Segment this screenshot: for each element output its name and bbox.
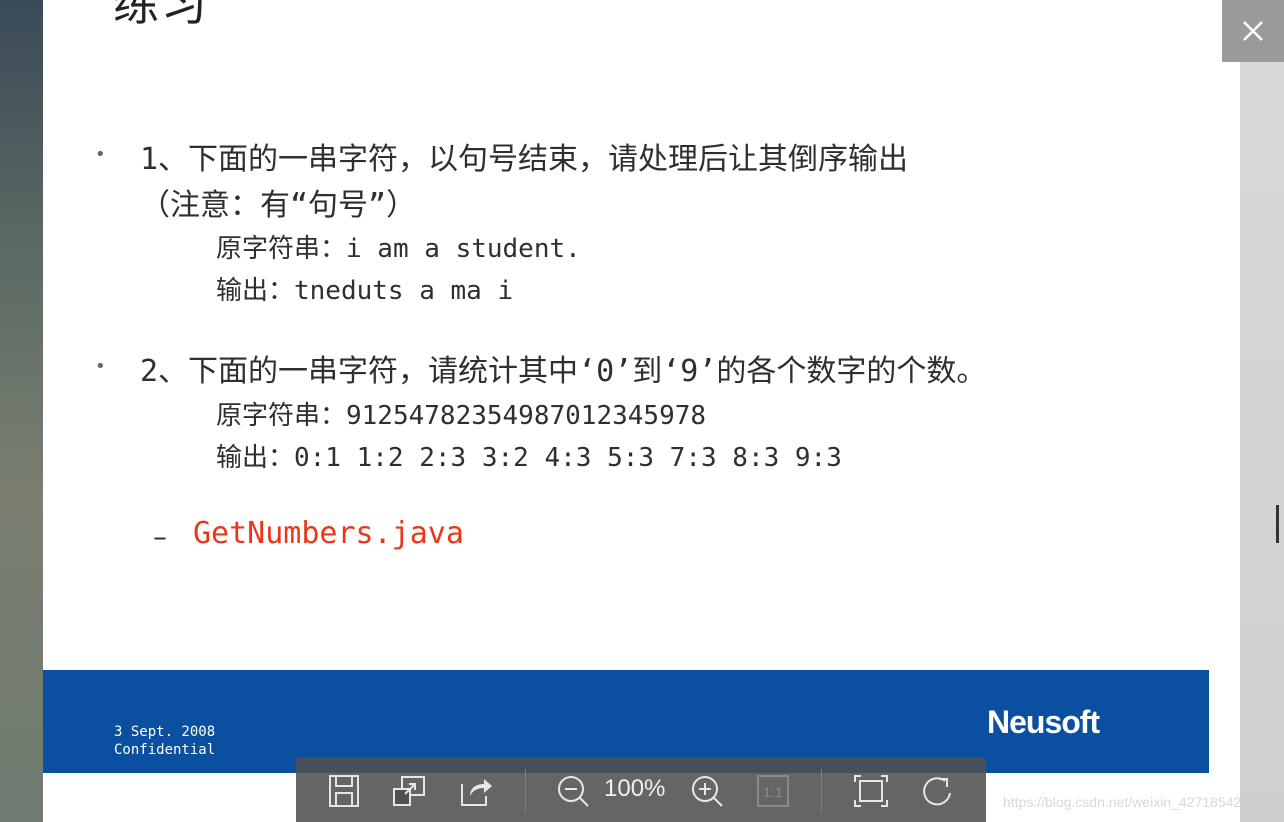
java-file-name: GetNumbers.java — [193, 516, 464, 551]
watermark-url: https://blog.csdn.net/weixin_42718542 — [1003, 794, 1242, 810]
zoom-level: 100% — [604, 775, 666, 802]
footer-date: 3 Sept. 2008 — [114, 724, 216, 740]
fit-screen-button[interactable] — [851, 771, 891, 811]
item1-output: 输出：tneduts a ma i — [216, 276, 514, 306]
footer-confidential: Confidential — [114, 742, 216, 758]
share-icon — [461, 779, 492, 806]
close-icon — [1243, 21, 1263, 41]
slide-title: 练习 — [113, 0, 209, 31]
neusoft-logo: Neusoft — [987, 704, 1100, 740]
desktop-background-right — [1240, 0, 1284, 822]
item1-line1: 1、下面的一串字符，以句号结束，请处理后让其倒序输出 — [140, 142, 909, 177]
restore-window-button[interactable] — [389, 771, 429, 811]
bullet-dot: • — [95, 144, 106, 165]
item2-output: 输出：0:1 1:2 2:3 3:2 4:3 5:3 7:3 8:3 9:3 — [216, 443, 842, 473]
close-button[interactable] — [1222, 0, 1284, 62]
zoom-in-icon — [692, 776, 723, 807]
share-button[interactable] — [456, 771, 496, 811]
fit-screen-icon — [854, 775, 888, 807]
item2-line1: 2、下面的一串字符，请统计其中‘0’到‘9’的各个数字的个数。 — [140, 354, 987, 389]
zoom-out-button[interactable] — [553, 771, 593, 811]
slide: 练习 • 1、下面的一串字符，以句号结束，请处理后让其倒序输出 （注意：有“句号… — [43, 0, 1240, 822]
rotate-icon — [923, 777, 951, 806]
sub-item-dash: – — [153, 520, 167, 553]
toolbar-divider — [525, 769, 526, 813]
zoom-in-button[interactable] — [687, 771, 727, 811]
save-icon — [329, 775, 359, 807]
rotate-button[interactable] — [917, 771, 957, 811]
bullet-dot: • — [95, 356, 106, 377]
item1-original: 原字符串：i am a student. — [216, 234, 581, 264]
actual-size-button[interactable]: 1:1 — [753, 771, 793, 811]
zoom-out-icon — [558, 776, 589, 807]
desktop-background-left — [0, 0, 43, 822]
actual-size-icon: 1:1 — [757, 775, 789, 807]
viewer-toolbar: 100% 1:1 — [296, 757, 986, 822]
save-button[interactable] — [324, 771, 364, 811]
scroll-thumb[interactable] — [1276, 505, 1279, 543]
item2-original: 原字符串：91254782354987012345978 — [216, 401, 707, 431]
item1-line2: （注意：有“句号”） — [140, 188, 417, 223]
toolbar-divider — [821, 769, 822, 813]
actual-size-label: 1:1 — [763, 784, 783, 800]
restore-window-icon — [393, 776, 425, 806]
